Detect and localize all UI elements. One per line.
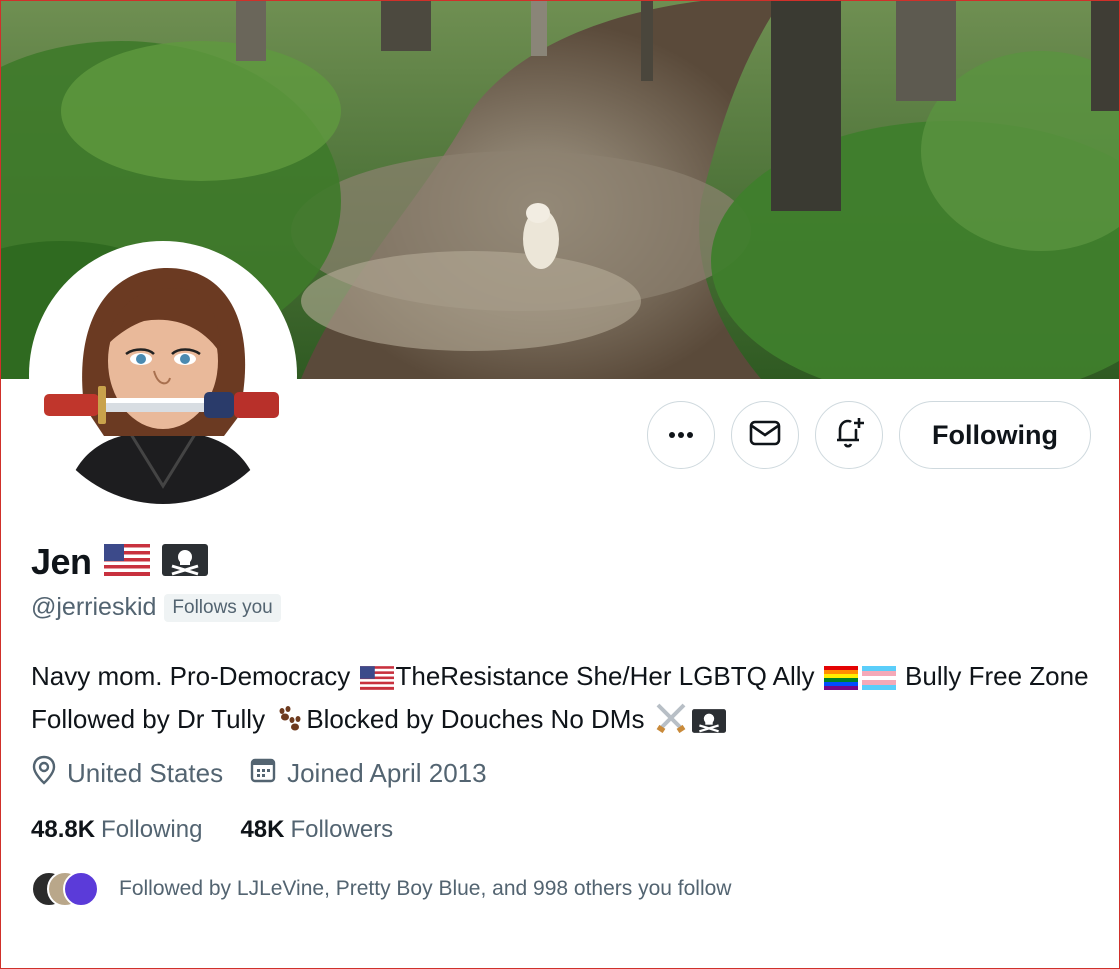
skull-crossbones-icon <box>691 705 726 743</box>
bio-text-1: Navy mom. Pro-Democracy <box>31 661 358 691</box>
calendar-icon <box>249 756 277 791</box>
mail-icon <box>749 420 781 451</box>
display-name: Jen <box>31 541 92 582</box>
handle-row: @jerrieskid Follows you <box>31 593 281 622</box>
message-button[interactable] <box>731 401 800 469</box>
following-count: 48.8K <box>31 816 96 843</box>
profile-meta: United States Joined April 2013 <box>31 755 487 792</box>
bio-text-2: TheResistance She/Her LGBTQ Ally <box>395 661 822 691</box>
location-item: United States <box>31 755 223 792</box>
paw-prints-icon <box>274 705 304 743</box>
user-handle: @jerrieskid <box>31 593 157 621</box>
followers-stat[interactable]: 48K Followers <box>240 816 393 844</box>
more-icon <box>668 426 694 444</box>
profile-actions: Following <box>647 401 1091 469</box>
bell-plus-icon <box>832 416 866 455</box>
location-text: United States <box>67 758 224 788</box>
notifications-button[interactable] <box>815 401 884 469</box>
follow-stats: 48.8K Following 48K Followers <box>31 816 393 844</box>
transgender-flag-icon <box>861 662 896 700</box>
following-button[interactable]: Following <box>899 401 1091 469</box>
following-label: Following <box>101 816 203 843</box>
us-flag-icon <box>103 543 150 581</box>
us-flag-icon <box>359 662 394 700</box>
skull-crossbones-icon <box>161 543 208 581</box>
followed-by[interactable]: Followed by LJLeVine, Pretty Boy Blue, a… <box>31 871 731 907</box>
joined-item: Joined April 2013 <box>249 756 487 791</box>
profile-avatar[interactable] <box>29 241 297 509</box>
crossed-swords-icon <box>654 703 688 743</box>
following-stat[interactable]: 48.8K Following <box>31 816 202 844</box>
bitmoji-avatar-icon <box>34 246 292 504</box>
follows-you-badge: Follows you <box>164 593 281 622</box>
name-row: Jen <box>31 541 208 583</box>
bio-text-4: Blocked by Douches No DMs <box>306 704 652 734</box>
more-options-button[interactable] <box>647 401 716 469</box>
mutual-avatars <box>31 871 99 907</box>
joined-text: Joined April 2013 <box>287 758 487 788</box>
followed-by-text: Followed by LJLeVine, Pretty Boy Blue, a… <box>119 877 732 900</box>
profile-page: Following Jen @jerrieskid Follows you Na… <box>0 0 1120 969</box>
profile-bio: Navy mom. Pro-Democracy TheResistance Sh… <box>31 657 1091 743</box>
followers-count: 48K <box>240 816 285 843</box>
rainbow-flag-icon <box>823 662 858 700</box>
followers-label: Followers <box>290 816 394 843</box>
mutual-avatar <box>63 871 99 907</box>
location-pin-icon <box>31 755 57 792</box>
